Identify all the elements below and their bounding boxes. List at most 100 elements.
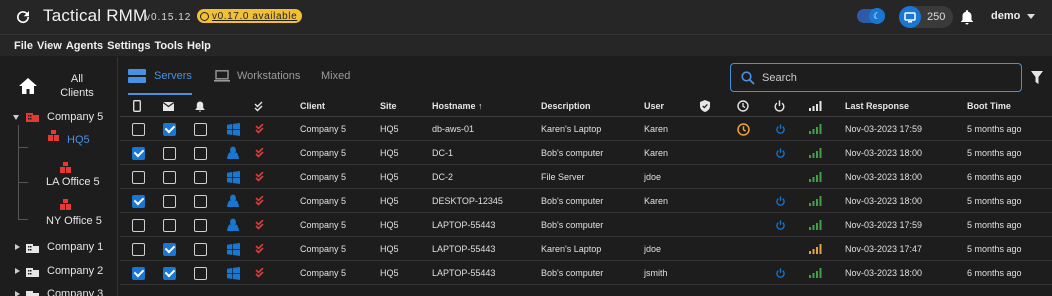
email-column-icon[interactable] — [163, 95, 174, 117]
email-checkbox[interactable] — [163, 242, 176, 256]
user-menu[interactable]: demo — [991, 10, 1020, 22]
dark-mode-toggle[interactable]: ☾ — [857, 8, 885, 24]
column-hostname[interactable]: Hostname ↑ — [432, 95, 483, 117]
table-row[interactable]: Company 5 HQ5 db-aws-01 Karen's Laptop Karen… — [120, 117, 1052, 141]
mobile-checkbox[interactable] — [132, 266, 145, 280]
power-icon[interactable] — [776, 189, 785, 213]
search-input[interactable]: Search — [730, 63, 1022, 92]
all-clients-node[interactable]: All Clients — [0, 67, 118, 107]
pending-action-clock-icon[interactable] — [737, 117, 750, 141]
menu-view[interactable]: View — [37, 40, 62, 52]
windows-icon — [227, 165, 240, 189]
filter-icon[interactable] — [1031, 71, 1043, 84]
menu-file[interactable]: File — [14, 40, 33, 52]
column-client[interactable]: Client — [300, 95, 325, 117]
site-node-la-office-5[interactable]: LA Office 5 — [46, 176, 100, 188]
shield-icon[interactable] — [700, 95, 710, 117]
alert-column-icon[interactable] — [195, 95, 205, 117]
cell-description: File Server — [541, 172, 585, 182]
power-icon[interactable] — [776, 117, 785, 141]
search-placeholder: Search — [762, 71, 797, 84]
email-checkbox[interactable] — [163, 170, 176, 184]
power-icon[interactable] — [776, 213, 785, 237]
agent-count-button[interactable]: 250 — [899, 6, 953, 28]
menu-bar: File View Agents Settings Tools Help — [0, 34, 1052, 56]
table-header: Client Site Hostname ↑ Description User … — [120, 95, 1052, 117]
search-icon — [741, 70, 755, 85]
cell-description: Bob's computer — [541, 196, 604, 206]
power-icon[interactable] — [776, 141, 785, 165]
chevron-down-icon[interactable] — [1027, 14, 1035, 19]
email-checkbox[interactable] — [163, 194, 176, 208]
alert-checkbox[interactable] — [194, 146, 207, 160]
signal-icon — [809, 237, 822, 261]
alert-checkbox[interactable] — [194, 218, 207, 232]
refresh-icon[interactable] — [14, 8, 32, 26]
email-checkbox-cell — [163, 261, 176, 285]
tab-servers[interactable]: Servers — [128, 57, 192, 95]
client-node-company-2[interactable]: Company 2 — [47, 265, 103, 277]
signal-column-icon[interactable] — [809, 95, 822, 117]
alert-checkbox[interactable] — [194, 242, 207, 256]
cell-site: HQ5 — [380, 172, 399, 182]
cell-client: Company 5 — [300, 196, 347, 206]
mobile-checkbox[interactable] — [132, 122, 145, 136]
alert-checkbox[interactable] — [194, 170, 207, 184]
building-icon — [26, 244, 39, 253]
checks-column-icon[interactable] — [254, 95, 266, 117]
menu-agents[interactable]: Agents — [66, 40, 103, 52]
mobile-checkbox[interactable] — [132, 146, 145, 160]
column-boot-time[interactable]: Boot Time — [967, 95, 1011, 117]
client-node-company-3[interactable]: Company 3 — [47, 288, 103, 296]
menu-settings[interactable]: Settings — [107, 40, 150, 52]
expand-arrow-icon[interactable] — [15, 268, 20, 274]
column-description[interactable]: Description — [541, 95, 591, 117]
alert-checkbox[interactable] — [194, 122, 207, 136]
table-row[interactable]: Company 5 HQ5 LAPTOP-55443 Bob's computer js… — [120, 261, 1052, 285]
pending-actions-clock-icon[interactable] — [737, 95, 749, 117]
notifications-bell-icon[interactable] — [960, 9, 974, 25]
mobile-checkbox[interactable] — [132, 242, 145, 256]
alert-checkbox[interactable] — [194, 266, 207, 280]
email-checkbox[interactable] — [163, 146, 176, 160]
cell-hostname: LAPTOP-55443 — [432, 220, 496, 230]
expand-arrow-icon[interactable] — [15, 291, 20, 296]
reboot-power-icon[interactable] — [774, 95, 785, 117]
table-row[interactable]: Company 5 HQ5 DESKTOP-12345 Bob's computer K… — [120, 189, 1052, 213]
client-node-company-1[interactable]: Company 1 — [47, 241, 103, 253]
power-icon[interactable] — [776, 261, 785, 285]
email-checkbox[interactable] — [163, 266, 176, 280]
cell-boot-time: 5 months ago — [967, 148, 1022, 158]
mobile-checkbox[interactable] — [132, 218, 145, 232]
site-node-hq5[interactable]: HQ5 — [67, 134, 90, 146]
expand-arrow-icon[interactable] — [15, 244, 20, 250]
column-last-response[interactable]: Last Response — [845, 95, 909, 117]
cell-site: HQ5 — [380, 244, 399, 254]
table-row[interactable]: Company 5 HQ5 DC-1 Bob's computer Karen Nov-0… — [120, 141, 1052, 165]
column-user[interactable]: User — [644, 95, 664, 117]
collapse-arrow-icon[interactable] — [13, 115, 19, 120]
update-available-badge[interactable]: v0.17.0 available — [197, 9, 303, 23]
alert-checkbox[interactable] — [194, 194, 207, 208]
signal-icon — [809, 117, 822, 141]
tab-mixed[interactable]: Mixed — [321, 57, 357, 95]
mobile-column-icon[interactable] — [133, 95, 141, 117]
column-site[interactable]: Site — [380, 95, 397, 117]
tab-workstations[interactable]: Workstations — [214, 57, 304, 95]
cell-last-response: Nov-03-2023 18:00 — [845, 148, 923, 158]
table-row[interactable]: Company 5 HQ5 LAPTOP-55443 Bob's computer No… — [120, 213, 1052, 237]
email-checkbox[interactable] — [163, 218, 176, 232]
mobile-checkbox[interactable] — [132, 194, 145, 208]
table-row[interactable]: Company 5 HQ5 DC-2 File Server jdoe Nov-03-20… — [120, 165, 1052, 189]
checks-failing-icon — [255, 165, 267, 189]
site-node-ny-office-5[interactable]: NY Office 5 — [46, 215, 102, 227]
menu-tools[interactable]: Tools — [155, 40, 184, 52]
mobile-checkbox[interactable] — [132, 170, 145, 184]
alert-checkbox-cell — [194, 237, 207, 261]
menu-help[interactable]: Help — [187, 40, 211, 52]
email-checkbox[interactable] — [163, 122, 176, 136]
cell-description: Bob's computer — [541, 148, 604, 158]
client-node-company-5[interactable]: Company 5 — [47, 111, 103, 123]
table-row[interactable]: Company 5 HQ5 LAPTOP-55443 Karen's Laptop jd… — [120, 237, 1052, 261]
cell-client: Company 5 — [300, 172, 347, 182]
